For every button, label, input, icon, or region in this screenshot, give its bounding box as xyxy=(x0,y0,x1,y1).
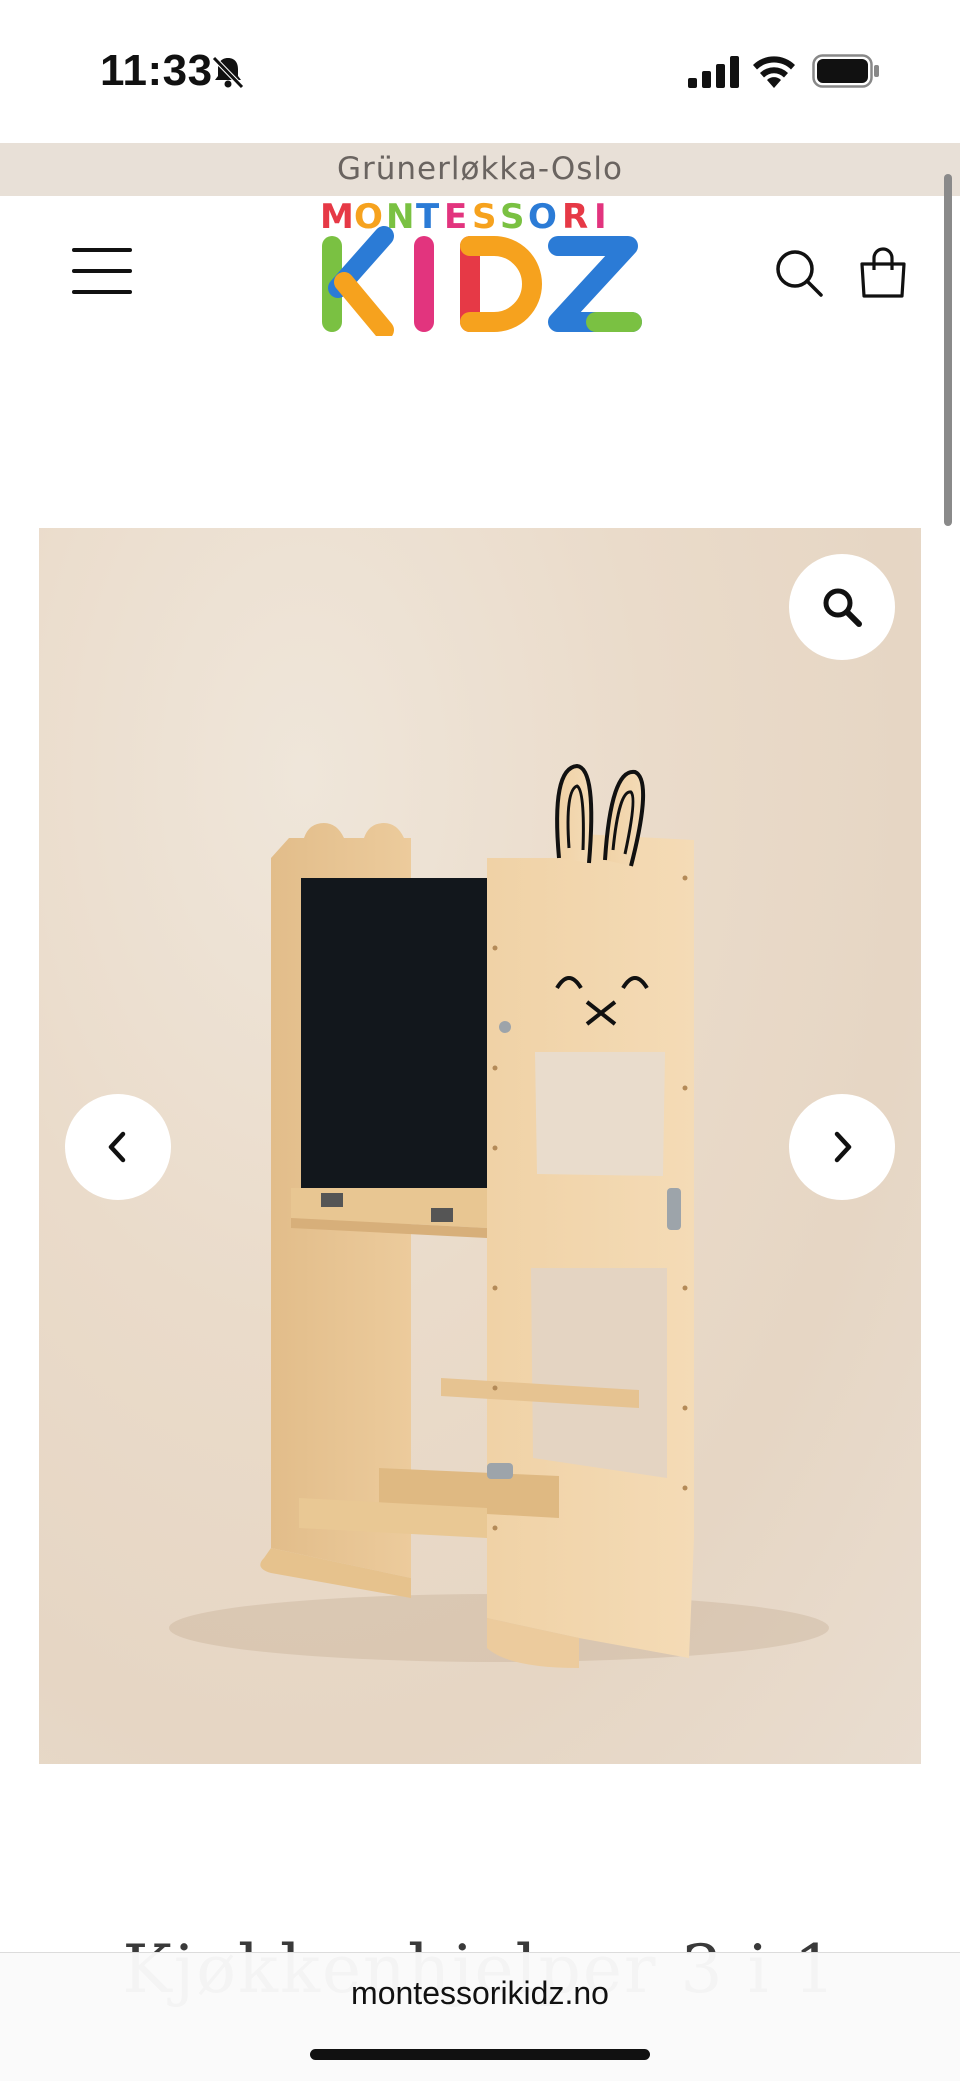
cellular-signal-icon xyxy=(688,56,739,88)
svg-text:O: O xyxy=(528,197,562,237)
site-logo[interactable]: M O N T E S S O R I xyxy=(318,196,642,340)
announcement-text: Grünerløkka-Oslo xyxy=(337,151,623,187)
zoom-button[interactable] xyxy=(789,554,895,660)
url-text[interactable]: montessorikidz.no xyxy=(0,1975,960,2012)
magnifier-icon xyxy=(823,588,862,627)
svg-text:S: S xyxy=(472,197,502,237)
status-bar: 11:33 xyxy=(0,0,960,143)
announcement-bar[interactable]: Grünerløkka-Oslo xyxy=(0,143,960,196)
svg-text:E: E xyxy=(444,197,472,237)
browser-address-bar[interactable]: montessorikidz.no xyxy=(0,1952,960,2081)
page-scrollbar[interactable] xyxy=(944,174,952,526)
battery-icon xyxy=(812,54,879,88)
wifi-icon xyxy=(753,56,795,88)
home-indicator[interactable] xyxy=(310,2049,650,2060)
logo-graphic: M O N T E S S O R I xyxy=(320,197,642,340)
svg-text:I: I xyxy=(594,197,612,237)
chevron-left-icon xyxy=(108,1131,126,1163)
next-image-button[interactable] xyxy=(789,1094,895,1200)
site-header: M O N T E S S O R I xyxy=(0,196,946,346)
previous-image-button[interactable] xyxy=(65,1094,171,1200)
status-time: 11:33 xyxy=(100,46,213,95)
chevron-right-icon xyxy=(834,1131,852,1163)
bell-slash-icon xyxy=(212,56,244,89)
svg-text:T: T xyxy=(416,197,444,237)
svg-text:R: R xyxy=(562,197,593,237)
product-image-gallery[interactable] xyxy=(39,528,921,1764)
shopping-bag-icon[interactable] xyxy=(858,246,908,298)
svg-text:S: S xyxy=(500,197,530,237)
search-icon[interactable] xyxy=(774,248,824,298)
hamburger-menu-icon[interactable] xyxy=(72,246,132,296)
